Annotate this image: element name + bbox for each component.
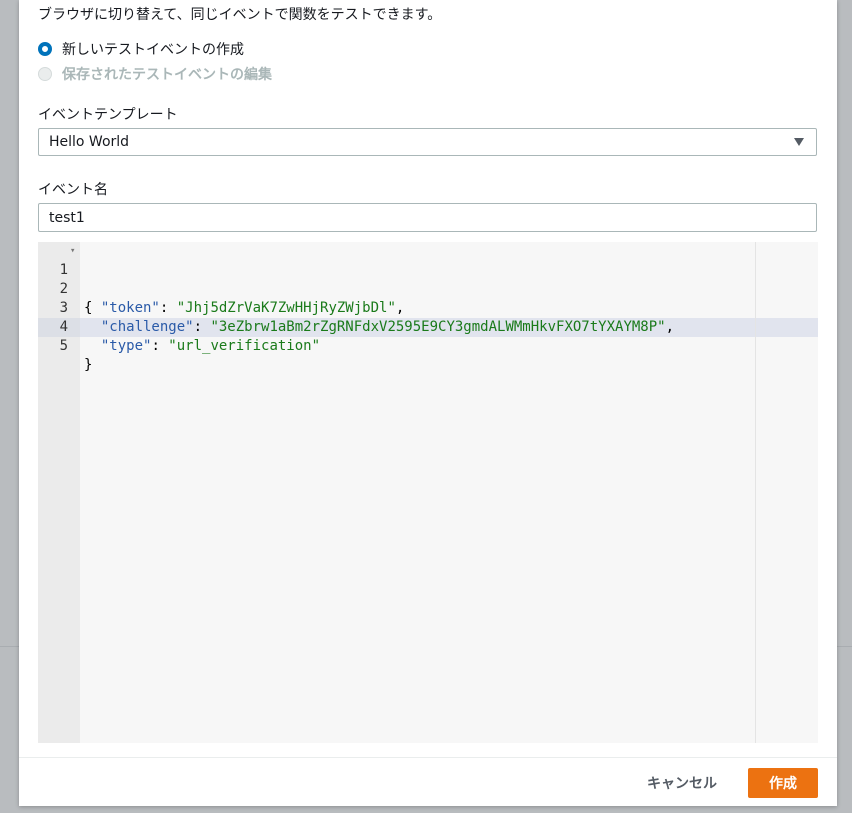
create-button[interactable]: 作成 (748, 768, 818, 798)
line-number: 5 (59, 338, 68, 354)
event-name-label: イベント名 (38, 182, 108, 198)
radio-edit-saved-label: 保存されたテストイベントの編集 (62, 67, 272, 83)
radio-create-new[interactable]: 新しいテストイベントの作成 (38, 39, 244, 59)
background-divider (837, 646, 852, 647)
footer-divider (19, 757, 837, 758)
json-code-editor[interactable]: 1 ▾ { 2 "token": "Jhj5dZrVaK7ZwHHjRyZWjb… (38, 242, 818, 743)
code-text: "type": "url_verification" (100, 338, 321, 354)
radio-disabled-icon (38, 67, 52, 81)
code-text: } (84, 357, 93, 373)
editor-line: 5 } (38, 318, 818, 373)
test-event-dialog: ブラウザに切り替えて、同じイベントで関数をテストできます。 新しいテストイベント… (19, 0, 837, 806)
editor-line: 3 "challenge": "3eZbrw1aBm2rZgRNFdxV2595… (38, 280, 818, 335)
editor-line: 2 "token": "Jhj5dZrVaK7ZwHHjRyZWjbDl", (38, 261, 818, 316)
cancel-button[interactable]: キャンセル (637, 768, 727, 798)
radio-create-new-label: 新しいテストイベントの作成 (62, 42, 244, 58)
event-template-select[interactable]: Hello World (38, 128, 817, 156)
event-name-value: test1 (49, 209, 85, 226)
dialog-intro-text: ブラウザに切り替えて、同じイベントで関数をテストできます。 (38, 7, 442, 23)
template-label: イベントテンプレート (38, 107, 178, 123)
radio-edit-saved[interactable]: 保存されたテストイベントの編集 (38, 64, 272, 84)
dropdown-caret-icon (794, 138, 804, 146)
background-divider (0, 646, 19, 647)
editor-line: 1 ▾ { (38, 242, 818, 316)
fold-toggle-icon[interactable]: ▾ (70, 242, 75, 261)
editor-line: 4 "type": "url_verification" (38, 299, 818, 354)
event-name-input[interactable]: test1 (38, 203, 817, 232)
event-template-value: Hello World (49, 134, 130, 150)
radio-selected-icon (38, 42, 52, 56)
